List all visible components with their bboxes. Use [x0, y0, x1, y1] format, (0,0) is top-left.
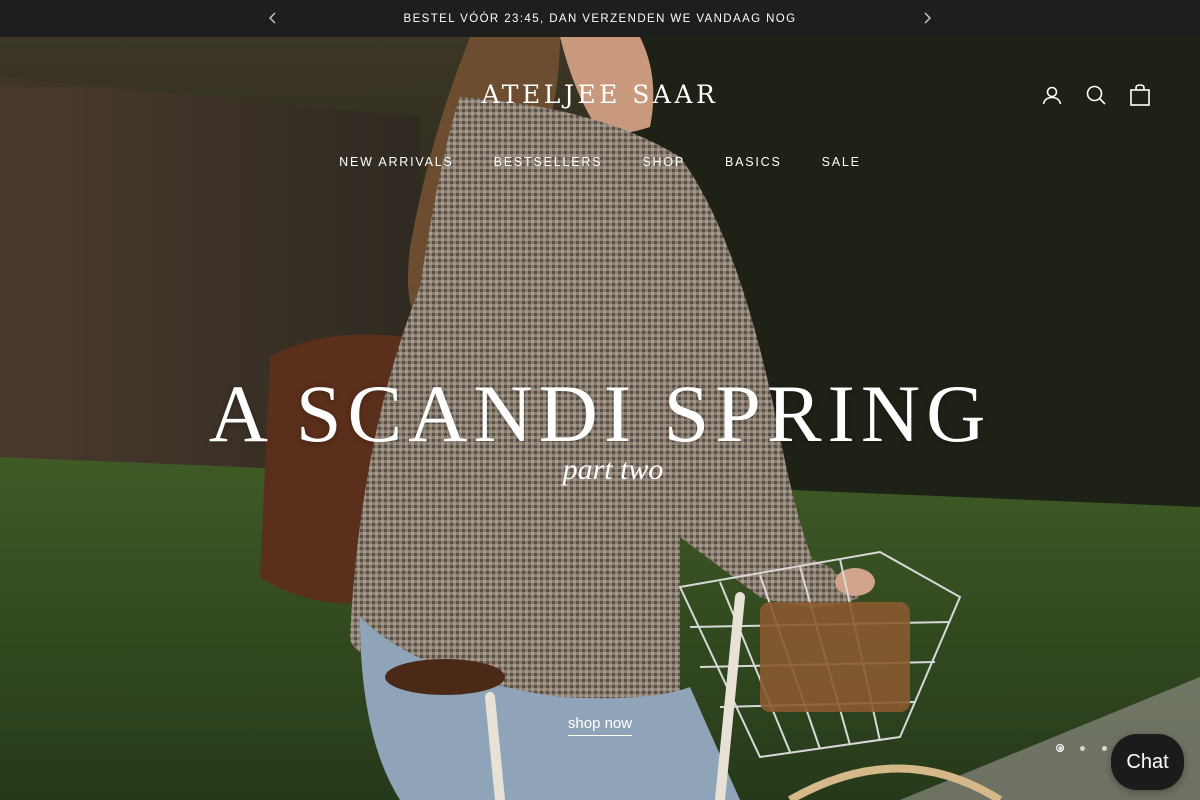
slide-dot-3[interactable] — [1100, 744, 1108, 752]
shop-now-link[interactable]: shop now — [567, 715, 633, 736]
header-icons — [1040, 83, 1152, 107]
slide-dot-1[interactable] — [1056, 744, 1064, 752]
hero-subheadline: part two — [562, 453, 664, 486]
account-icon[interactable] — [1040, 83, 1064, 107]
site-logo[interactable]: ATELJEE SAAR — [0, 80, 1200, 109]
nav-item-basics[interactable]: BASICS — [725, 155, 782, 169]
hero-cta-wrapper: shop now — [0, 715, 1200, 736]
nav-item-shop[interactable]: SHOP — [642, 155, 685, 169]
slide-dot-2[interactable] — [1078, 744, 1086, 752]
main-navigation: NEW ARRIVALS BESTSELLERS SHOP BASICS SAL… — [0, 155, 1200, 169]
chat-button[interactable]: Chat — [1111, 734, 1184, 790]
nav-item-sale[interactable]: SALE — [822, 155, 861, 169]
chevron-left-icon[interactable] — [264, 9, 282, 27]
hero-headline: A SCANDI SPRING — [208, 368, 992, 459]
nav-item-bestsellers[interactable]: BESTSELLERS — [494, 155, 603, 169]
hero-banner[interactable]: ATELJEE SAAR NEW ARRIVALS BESTSELLERS SH… — [0, 37, 1200, 800]
chevron-right-icon[interactable] — [918, 9, 936, 27]
slideshow-dots — [1056, 744, 1108, 752]
search-icon[interactable] — [1084, 83, 1108, 107]
announcement-text: BESTEL VÓÓR 23:45, DAN VERZENDEN WE VAND… — [403, 12, 797, 25]
bag-icon[interactable] — [1128, 83, 1152, 107]
nav-item-new-arrivals[interactable]: NEW ARRIVALS — [339, 155, 453, 169]
announcement-bar: BESTEL VÓÓR 23:45, DAN VERZENDEN WE VAND… — [0, 0, 1200, 37]
